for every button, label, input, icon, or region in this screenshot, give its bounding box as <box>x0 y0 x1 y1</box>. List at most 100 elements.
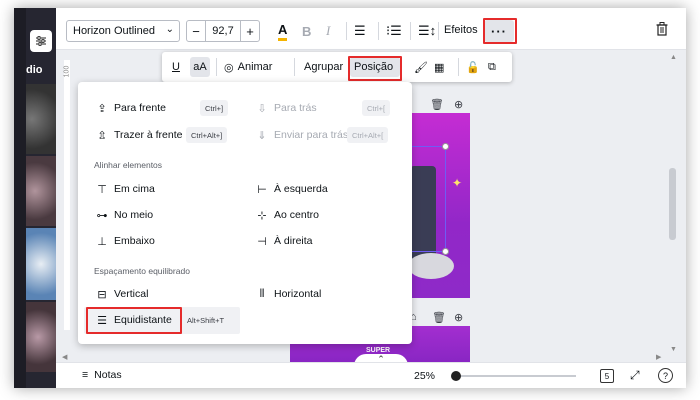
menu-item-label: À direita <box>274 235 313 247</box>
text-toolbar: Horizon Outlined ⌄ − 92,7 + A B I ☰ ⁝☰ ☰… <box>56 8 686 50</box>
case-button[interactable]: aA <box>190 57 210 77</box>
font-size-input[interactable]: 92,7 <box>205 21 241 41</box>
shortcut-badge: Ctrl+[ <box>362 100 391 116</box>
design-text: SUPER <box>366 347 391 354</box>
page-add-icon[interactable]: ⊕ <box>454 311 463 324</box>
spacing-icon[interactable]: ☰↕ <box>418 21 436 41</box>
filter-button[interactable] <box>30 30 52 52</box>
notes-label: Notas <box>94 369 122 381</box>
font-size-stepper[interactable]: − 92,7 + <box>186 20 260 42</box>
secondary-toolbar: U aA ◎ Animar Agrupar Posição 🖌 ▦ 🔓 ⧉ <box>162 52 512 82</box>
zoom-slider-knob[interactable] <box>451 371 461 381</box>
menu-item-label: Enviar para trás <box>274 129 349 141</box>
shortcut-badge: Ctrl+Alt+[ <box>347 127 389 143</box>
menu-item-label: Horizontal <box>274 288 322 300</box>
align-top-item[interactable]: ⊤ Em cima <box>92 179 155 199</box>
increase-font-button[interactable]: + <box>241 21 259 41</box>
align-left-item[interactable]: ⊢ À esquerda <box>252 179 328 199</box>
transparency-icon[interactable]: ▦ <box>434 52 444 82</box>
align-center-item[interactable]: ⊹ Ao centro <box>252 205 319 225</box>
scroll-left-arrow[interactable]: ◀ <box>62 353 67 361</box>
bold-button[interactable]: B <box>302 21 311 41</box>
scroll-up-arrow[interactable]: ▲ <box>670 54 677 61</box>
layer-up-icon: ⇪ <box>97 102 107 115</box>
section-title-align: Alinhar elementos <box>94 160 163 170</box>
page-trash-icon[interactable]: 🗑 <box>430 98 444 111</box>
menu-item-label: Trazer à frente <box>114 129 183 141</box>
align-bottom-item[interactable]: ⊥ Embaixo <box>92 231 155 251</box>
text-color-button[interactable]: A <box>278 21 288 41</box>
fullscreen-icon[interactable]: ⤢ <box>630 368 640 383</box>
notes-button[interactable]: ≡ Notas <box>82 369 122 381</box>
animate-button[interactable]: ◎ Animar <box>224 52 272 82</box>
align-middle-icon: ⊶ <box>96 209 108 222</box>
bring-to-front-item[interactable]: ⇫ Trazer à frente <box>92 125 182 145</box>
bring-forward-item[interactable]: ⇪ Para frente <box>92 98 166 118</box>
space-horizontal-icon: ⫴ <box>259 287 265 300</box>
layer-down-icon: ⇩ <box>257 102 267 115</box>
more-options-highlight <box>483 18 517 44</box>
animate-label: Animar <box>237 61 273 73</box>
shortcut-badge: Ctrl+Alt+] <box>186 127 228 143</box>
zoom-level: 25% <box>414 370 436 382</box>
sparkle-icon: ✦ <box>452 176 463 190</box>
section-title-spacing: Espaçamento equilibrado <box>94 266 190 276</box>
group-button[interactable]: Agrupar <box>304 52 343 82</box>
resize-handle[interactable] <box>442 248 449 255</box>
lock-icon[interactable]: 🔓 <box>466 52 480 82</box>
toolbar-divider <box>458 58 459 76</box>
resize-handle[interactable] <box>442 143 449 150</box>
underline-button[interactable]: U <box>172 52 180 82</box>
align-top-icon: ⊤ <box>97 183 107 196</box>
media-thumbnail[interactable] <box>26 156 56 226</box>
toolbar-divider <box>294 58 295 76</box>
delete-icon[interactable] <box>656 22 668 41</box>
shortcut-badge: Alt+Shift+T <box>187 315 225 325</box>
scroll-right-arrow[interactable]: ▶ <box>656 353 661 361</box>
shortcut-badge: Ctrl+] <box>200 100 229 116</box>
selection-box[interactable] <box>408 146 446 252</box>
sliders-icon <box>36 36 46 46</box>
align-right-item[interactable]: ⊣ À direita <box>252 231 313 251</box>
page-count-button[interactable]: 5 <box>600 369 614 383</box>
media-thumbnail[interactable] <box>26 84 56 154</box>
space-horizontal-item[interactable]: ⫴ Horizontal <box>252 284 322 304</box>
effects-button[interactable]: Efeitos <box>444 24 478 36</box>
podium-shape[interactable] <box>408 253 454 279</box>
space-vertical-item[interactable]: ⊟ Vertical <box>92 284 148 304</box>
duplicate-icon[interactable]: ⧉ <box>488 52 496 82</box>
page-add-icon[interactable]: ⊕ <box>454 98 463 111</box>
font-family-select[interactable]: Horizon Outlined ⌄ <box>66 20 180 42</box>
notes-icon: ≡ <box>82 369 89 381</box>
align-right-icon: ⊣ <box>257 235 267 248</box>
page-trash-icon[interactable]: 🗑 <box>432 311 446 324</box>
media-thumbnail[interactable] <box>26 302 56 372</box>
animate-icon: ◎ <box>224 61 234 74</box>
zoom-slider[interactable] <box>454 375 576 377</box>
list-icon[interactable]: ⁝☰ <box>386 21 402 41</box>
italic-button[interactable]: I <box>326 21 330 41</box>
toolbar-divider <box>410 22 411 40</box>
menu-item-label: Em cima <box>114 183 155 195</box>
media-thumbnail[interactable] <box>26 228 56 300</box>
position-highlight <box>348 56 402 81</box>
align-middle-item[interactable]: ⊶ No meio <box>92 205 154 225</box>
menu-item-label: À esquerda <box>274 183 328 195</box>
scroll-down-arrow[interactable]: ▼ <box>670 346 677 353</box>
font-family-value: Horizon Outlined <box>73 25 155 37</box>
panel-section-label: dio <box>26 64 43 76</box>
decrease-font-button[interactable]: − <box>187 21 205 41</box>
side-panel: dio <box>26 8 56 388</box>
align-center-icon[interactable]: ☰ <box>354 21 366 41</box>
send-backward-item[interactable]: ⇩ Para trás <box>252 98 316 118</box>
help-button[interactable]: ? <box>658 368 673 383</box>
send-to-back-item[interactable]: ⇓ Enviar para trás <box>252 125 348 145</box>
paint-roller-icon[interactable]: 🖌 <box>414 52 428 82</box>
space-vertical-icon: ⊟ <box>97 288 107 301</box>
toolbar-divider <box>346 22 347 40</box>
layer-bottom-icon: ⇓ <box>257 129 267 142</box>
vertical-scrollbar[interactable] <box>669 168 676 240</box>
toolbar-divider <box>216 58 217 76</box>
align-center-vertical-icon: ⊹ <box>257 209 267 222</box>
ruler-label: 100 <box>63 65 71 78</box>
